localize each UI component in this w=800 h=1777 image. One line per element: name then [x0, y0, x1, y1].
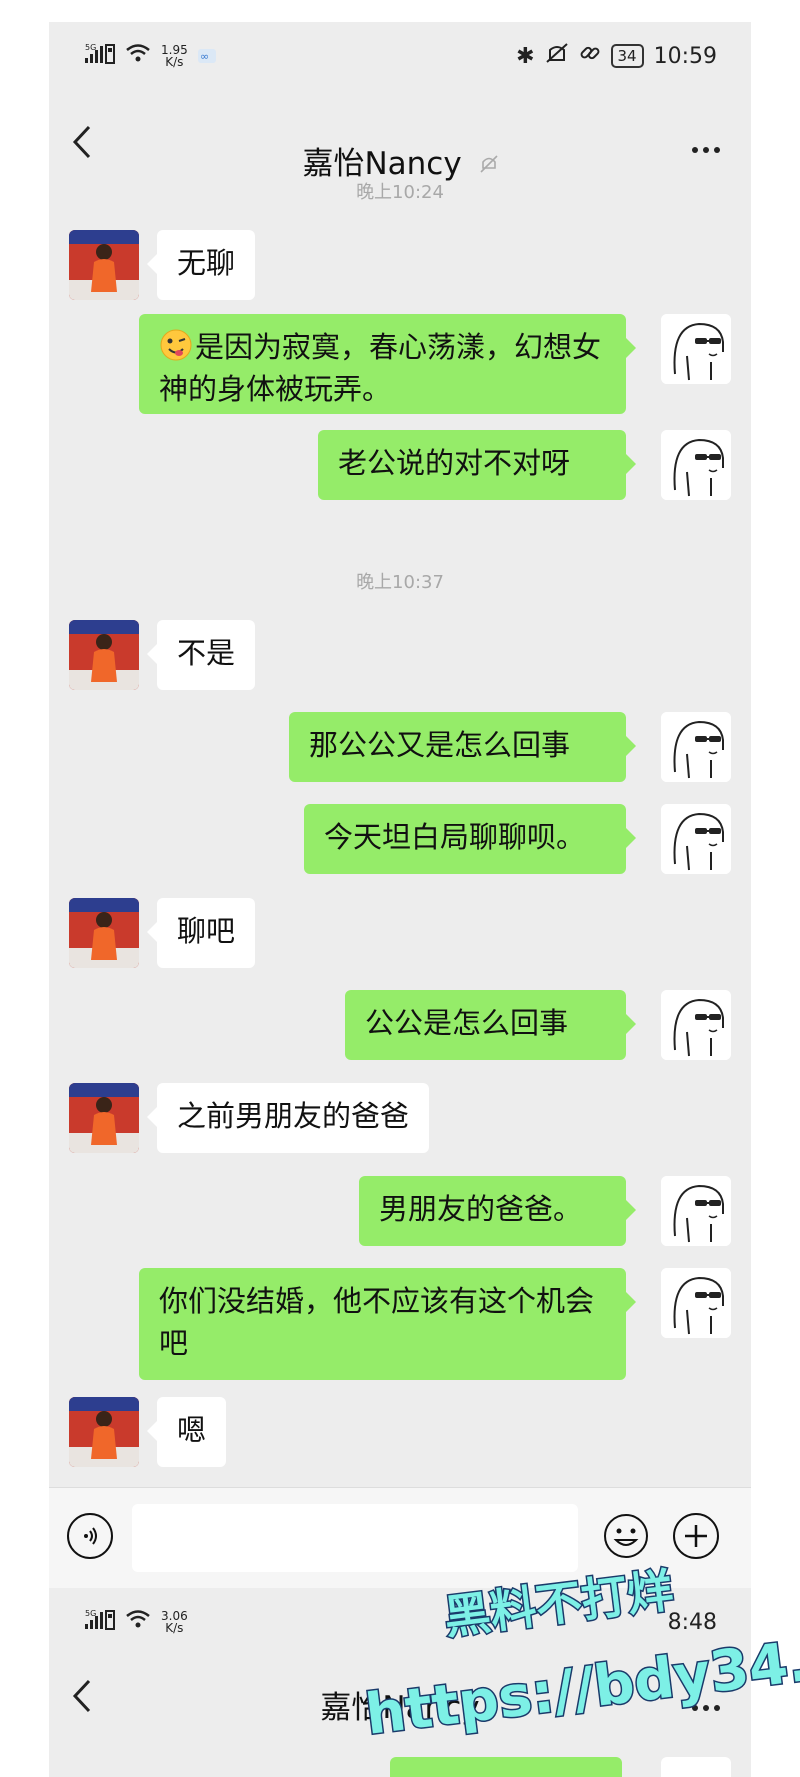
message-bubble-incoming[interactable]: 聊吧	[146, 898, 256, 968]
network-speed: 1.95 K/s	[161, 44, 188, 68]
more-dots-icon[interactable]	[691, 128, 721, 161]
message-text: 是因为寂寞，春心荡漾，幻想女神的身体被玩弄。	[159, 330, 602, 406]
smiley-icon[interactable]	[603, 1513, 649, 1559]
timestamp: 晚上10:37	[356, 572, 444, 593]
message-input[interactable]	[132, 1504, 578, 1572]
my-avatar[interactable]	[661, 990, 731, 1060]
message-bubble-incoming[interactable]: 之前男朋友的爸爸	[146, 1083, 430, 1153]
link-icon	[579, 42, 601, 70]
my-avatar[interactable]	[661, 1757, 731, 1777]
message-bubble-outgoing[interactable]: 是因为寂寞，春心荡漾，幻想女神的身体被玩弄。	[139, 314, 636, 414]
contact-avatar[interactable]	[69, 1083, 139, 1153]
input-bar	[49, 1487, 751, 1588]
clock: 8:48	[667, 1610, 717, 1635]
battery-indicator: 34	[610, 44, 644, 68]
timestamp: 晚上10:24	[356, 182, 444, 203]
speed-unit: K/s	[165, 1620, 184, 1635]
my-avatar[interactable]	[661, 314, 731, 384]
message-bubble-outgoing[interactable]: 公公是怎么回事	[345, 990, 636, 1060]
speed-unit: K/s	[165, 54, 184, 69]
more-dots-icon[interactable]	[691, 1686, 721, 1719]
svg-text:5G: 5G	[85, 43, 96, 52]
chat-title[interactable]: 嘉怡Nancy	[49, 1682, 751, 1727]
chat-title: 嘉怡Nancy	[302, 146, 462, 182]
voice-icon[interactable]	[67, 1513, 113, 1559]
message-bubble-outgoing[interactable]: 你们没结婚，他不应该有这个机会吧	[139, 1268, 636, 1380]
message-bubble-incoming[interactable]: 嗯	[146, 1397, 227, 1467]
contact-avatar[interactable]	[69, 898, 139, 968]
phone-screen: 5G 1.95 K/s ∞ ✱ 34 10:59 嘉怡Nancy 晚上10:24…	[49, 22, 751, 1777]
chat-title-wrap[interactable]: 嘉怡Nancy	[49, 138, 751, 183]
svg-text:∞: ∞	[200, 50, 209, 63]
contact-avatar[interactable]	[69, 230, 139, 300]
clock: 10:59	[653, 43, 717, 69]
wifi-icon	[125, 43, 151, 68]
svg-text:5G: 5G	[85, 1609, 96, 1618]
signal-icon: 5G	[85, 1608, 115, 1635]
contact-avatar[interactable]	[69, 620, 139, 690]
network-speed: 3.06 K/s	[161, 1610, 188, 1634]
bell-off-icon	[479, 155, 498, 179]
infinity-icon: ∞	[197, 44, 216, 68]
message-bubble-outgoing[interactable]: 那公公又是怎么回事	[289, 712, 636, 782]
bluetooth-icon: ✱	[516, 43, 535, 69]
my-avatar[interactable]	[661, 1176, 731, 1246]
contact-avatar[interactable]	[69, 1397, 139, 1467]
wifi-icon	[125, 1609, 151, 1634]
plus-icon[interactable]	[673, 1513, 719, 1559]
my-avatar[interactable]	[661, 804, 731, 874]
message-bubble-outgoing[interactable]: 今天坦白局聊聊呗。	[304, 804, 636, 874]
message-bubble-outgoing-partial[interactable]	[390, 1757, 622, 1777]
chat-header-second: 嘉怡Nancy	[49, 1654, 751, 1744]
status-bar-second: 5G 3.06 K/s 8:48	[49, 1588, 751, 1654]
my-avatar[interactable]	[661, 1268, 731, 1338]
my-avatar[interactable]	[661, 430, 731, 500]
my-avatar[interactable]	[661, 712, 731, 782]
message-bubble-incoming[interactable]: 不是	[146, 620, 256, 690]
message-bubble-incoming[interactable]: 无聊	[146, 230, 256, 300]
signal-icon: 5G	[85, 42, 115, 69]
message-bubble-outgoing[interactable]: 男朋友的爸爸。	[359, 1176, 636, 1246]
status-bar: 5G 1.95 K/s ∞ ✱ 34 10:59	[49, 22, 751, 92]
vibrate-off-icon	[545, 42, 569, 70]
message-bubble-outgoing[interactable]: 老公说的对不对呀	[318, 430, 636, 500]
wink-tongue-emoji-icon	[159, 328, 193, 362]
